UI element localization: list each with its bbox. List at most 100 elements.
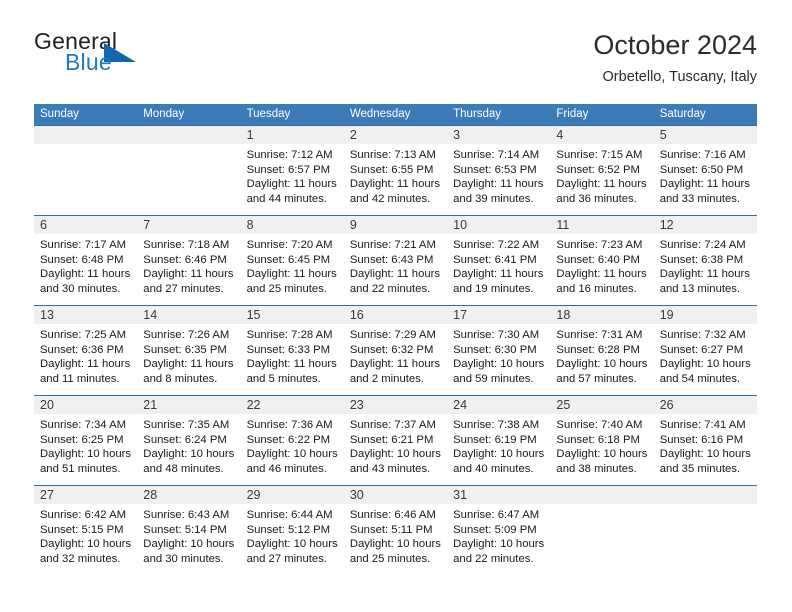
calendar-day-cell[interactable]: 16 Sunrise: 7:29 AM Sunset: 6:32 PM Dayligh…	[343, 306, 448, 395]
day-details: Sunrise: 6:47 AM Sunset: 5:09 PM Daylight:…	[447, 504, 550, 566]
sunset-text: Sunset: 6:57 PM	[246, 163, 331, 176]
calendar-day-cell[interactable]: 17 Sunrise: 7:30 AM Sunset: 6:30 PM Dayligh…	[447, 306, 551, 395]
calendar-day-cell[interactable]: 9 Sunrise: 7:21 AM Sunset: 6:43 PM Daylight…	[343, 216, 448, 305]
daylight-text-line2: and 39 minutes.	[453, 192, 534, 205]
calendar-day-cell[interactable]: 20 Sunrise: 7:34 AM Sunset: 6:25 PM Dayligh…	[34, 396, 138, 485]
sunset-text: Sunset: 6:35 PM	[143, 343, 227, 356]
calendar-day-cell[interactable]: 23 Sunrise: 7:37 AM Sunset: 6:21 PM Dayligh…	[343, 396, 448, 485]
sunset-text: Sunset: 6:24 PM	[143, 433, 227, 446]
calendar-day-cell[interactable]: 19 Sunrise: 7:32 AM Sunset: 6:27 PM Dayligh…	[653, 306, 757, 395]
calendar-day-cell-empty	[653, 486, 757, 575]
sunrise-text: Sunrise: 6:44 AM	[246, 509, 333, 521]
calendar-week-row: 27 Sunrise: 6:42 AM Sunset: 5:15 PM Dayligh…	[34, 485, 757, 576]
day-details: Sunrise: 7:23 AM Sunset: 6:40 PM Daylight:…	[550, 234, 653, 296]
sunrise-text: Sunrise: 7:18 AM	[143, 239, 230, 251]
day-number-band: 23	[343, 396, 448, 414]
calendar-day-cell[interactable]: 21 Sunrise: 7:35 AM Sunset: 6:24 PM Dayligh…	[137, 396, 241, 485]
calendar-day-cell[interactable]: 27 Sunrise: 6:42 AM Sunset: 5:15 PM Dayligh…	[34, 486, 138, 575]
day-number-band: 28	[137, 486, 241, 504]
daylight-text-line1: Daylight: 11 hours	[453, 268, 544, 281]
calendar-day-cell[interactable]: 30 Sunrise: 6:46 AM Sunset: 5:11 PM Dayligh…	[343, 486, 448, 575]
weekday-header-sunday: Sunday	[40, 108, 80, 120]
sunset-text: Sunset: 6:30 PM	[453, 343, 537, 356]
day-number: 10	[453, 218, 468, 232]
calendar-day-cell[interactable]: 31 Sunrise: 6:47 AM Sunset: 5:09 PM Dayligh…	[447, 486, 551, 575]
day-details: Sunrise: 7:24 AM Sunset: 6:38 PM Daylight:…	[654, 234, 757, 296]
calendar-day-cell[interactable]: 13 Sunrise: 7:25 AM Sunset: 6:36 PM Dayligh…	[34, 306, 138, 395]
sunset-text: Sunset: 6:48 PM	[40, 253, 124, 266]
sunrise-text: Sunrise: 7:30 AM	[453, 329, 540, 341]
calendar-day-cell[interactable]: 12 Sunrise: 7:24 AM Sunset: 6:38 PM Dayligh…	[653, 216, 757, 305]
calendar-day-cell[interactable]: 25 Sunrise: 7:40 AM Sunset: 6:18 PM Dayligh…	[550, 396, 654, 485]
day-number: 1	[246, 128, 254, 142]
calendar-day-cell[interactable]: 14 Sunrise: 7:26 AM Sunset: 6:35 PM Dayligh…	[137, 306, 241, 395]
calendar-day-cell[interactable]: 6 Sunrise: 7:17 AM Sunset: 6:48 PM Daylight…	[34, 216, 138, 305]
day-details: Sunrise: 7:35 AM Sunset: 6:24 PM Daylight:…	[137, 414, 240, 476]
day-number: 26	[659, 398, 674, 412]
daylight-text-line1: Daylight: 11 hours	[246, 358, 337, 371]
daylight-text-line1: Daylight: 10 hours	[556, 448, 648, 461]
calendar-day-cell[interactable]: 10 Sunrise: 7:22 AM Sunset: 6:41 PM Dayligh…	[447, 216, 551, 305]
day-number: 14	[143, 308, 158, 322]
day-number-band: 13	[34, 306, 138, 324]
daylight-text-line1: Daylight: 11 hours	[143, 268, 234, 281]
day-number-band	[653, 486, 757, 504]
sunset-text: Sunset: 5:15 PM	[40, 523, 124, 536]
day-details: Sunrise: 7:17 AM Sunset: 6:48 PM Daylight:…	[34, 234, 137, 296]
day-number-band: 14	[137, 306, 241, 324]
page-title: October 2024	[593, 30, 757, 60]
calendar-day-cell[interactable]: 24 Sunrise: 7:38 AM Sunset: 6:19 PM Dayligh…	[447, 396, 551, 485]
daylight-text-line1: Daylight: 10 hours	[556, 358, 648, 371]
daylight-text-line2: and 22 minutes.	[453, 552, 534, 565]
day-number: 7	[143, 218, 151, 232]
calendar-day-cell[interactable]: 29 Sunrise: 6:44 AM Sunset: 5:12 PM Dayligh…	[240, 486, 344, 575]
daylight-text-line2: and 19 minutes.	[453, 282, 534, 295]
daylight-text-line1: Daylight: 10 hours	[349, 448, 441, 461]
day-number: 24	[453, 398, 468, 412]
brand-logo[interactable]: General Blue	[34, 28, 274, 84]
calendar-day-cell[interactable]: 11 Sunrise: 7:23 AM Sunset: 6:40 PM Dayligh…	[550, 216, 654, 305]
calendar-day-cell[interactable]: 28 Sunrise: 6:43 AM Sunset: 5:14 PM Dayligh…	[137, 486, 241, 575]
day-number: 8	[246, 218, 254, 232]
calendar-day-cell[interactable]: 2 Sunrise: 7:13 AM Sunset: 6:55 PM Daylight…	[343, 126, 448, 215]
day-details: Sunrise: 7:18 AM Sunset: 6:46 PM Daylight:…	[137, 234, 240, 296]
day-number: 11	[556, 218, 570, 232]
day-number: 21	[143, 398, 158, 412]
day-details: Sunrise: 7:36 AM Sunset: 6:22 PM Daylight:…	[241, 414, 344, 476]
calendar-day-cell[interactable]: 7 Sunrise: 7:18 AM Sunset: 6:46 PM Daylight…	[137, 216, 241, 305]
calendar-day-cell-empty	[550, 486, 654, 575]
day-number-band: 11	[550, 216, 654, 234]
calendar-week-row: 20 Sunrise: 7:34 AM Sunset: 6:25 PM Dayligh…	[34, 395, 757, 485]
daylight-text-line1: Daylight: 10 hours	[143, 538, 235, 551]
day-details: Sunrise: 7:32 AM Sunset: 6:27 PM Daylight:…	[654, 324, 757, 386]
day-number: 20	[40, 398, 54, 412]
calendar-day-cell[interactable]: 22 Sunrise: 7:36 AM Sunset: 6:22 PM Dayligh…	[240, 396, 344, 485]
calendar-day-cell[interactable]: 8 Sunrise: 7:20 AM Sunset: 6:45 PM Daylight…	[240, 216, 344, 305]
daylight-text-line2: and 13 minutes.	[659, 282, 741, 295]
daylight-text-line2: and 30 minutes.	[143, 552, 224, 565]
day-number: 6	[40, 218, 47, 232]
daylight-text-line1: Daylight: 11 hours	[349, 178, 441, 191]
daylight-text-line1: Daylight: 10 hours	[143, 448, 235, 461]
day-details: Sunrise: 6:46 AM Sunset: 5:11 PM Daylight:…	[344, 504, 447, 566]
calendar-day-cell[interactable]: 15 Sunrise: 7:28 AM Sunset: 6:33 PM Dayligh…	[240, 306, 344, 395]
day-number-band: 19	[653, 306, 757, 324]
sunrise-text: Sunrise: 7:41 AM	[659, 419, 746, 431]
calendar-day-cell[interactable]: 4 Sunrise: 7:15 AM Sunset: 6:52 PM Daylight…	[550, 126, 654, 215]
calendar-day-cell[interactable]: 5 Sunrise: 7:16 AM Sunset: 6:50 PM Daylight…	[653, 126, 757, 215]
daylight-text-line2: and 57 minutes.	[556, 372, 637, 385]
sunset-text: Sunset: 6:50 PM	[659, 163, 744, 176]
sunset-text: Sunset: 5:09 PM	[453, 523, 537, 536]
sunrise-text: Sunrise: 6:46 AM	[349, 509, 436, 521]
sunset-text: Sunset: 6:43 PM	[349, 253, 434, 266]
sunrise-text: Sunrise: 7:32 AM	[659, 329, 746, 341]
calendar-day-cell[interactable]: 1 Sunrise: 7:12 AM Sunset: 6:57 PM Daylight…	[240, 126, 344, 215]
calendar-day-cell[interactable]: 18 Sunrise: 7:31 AM Sunset: 6:28 PM Dayligh…	[550, 306, 654, 395]
day-number: 13	[40, 308, 54, 322]
calendar-day-cell[interactable]: 3 Sunrise: 7:14 AM Sunset: 6:53 PM Daylight…	[447, 126, 551, 215]
sunrise-text: Sunrise: 7:17 AM	[40, 239, 127, 251]
sunrise-text: Sunrise: 7:23 AM	[556, 239, 643, 251]
daylight-text-line2: and 32 minutes.	[40, 552, 121, 565]
day-details: Sunrise: 7:29 AM Sunset: 6:32 PM Daylight:…	[344, 324, 447, 386]
calendar-day-cell[interactable]: 26 Sunrise: 7:41 AM Sunset: 6:16 PM Dayligh…	[653, 396, 757, 485]
